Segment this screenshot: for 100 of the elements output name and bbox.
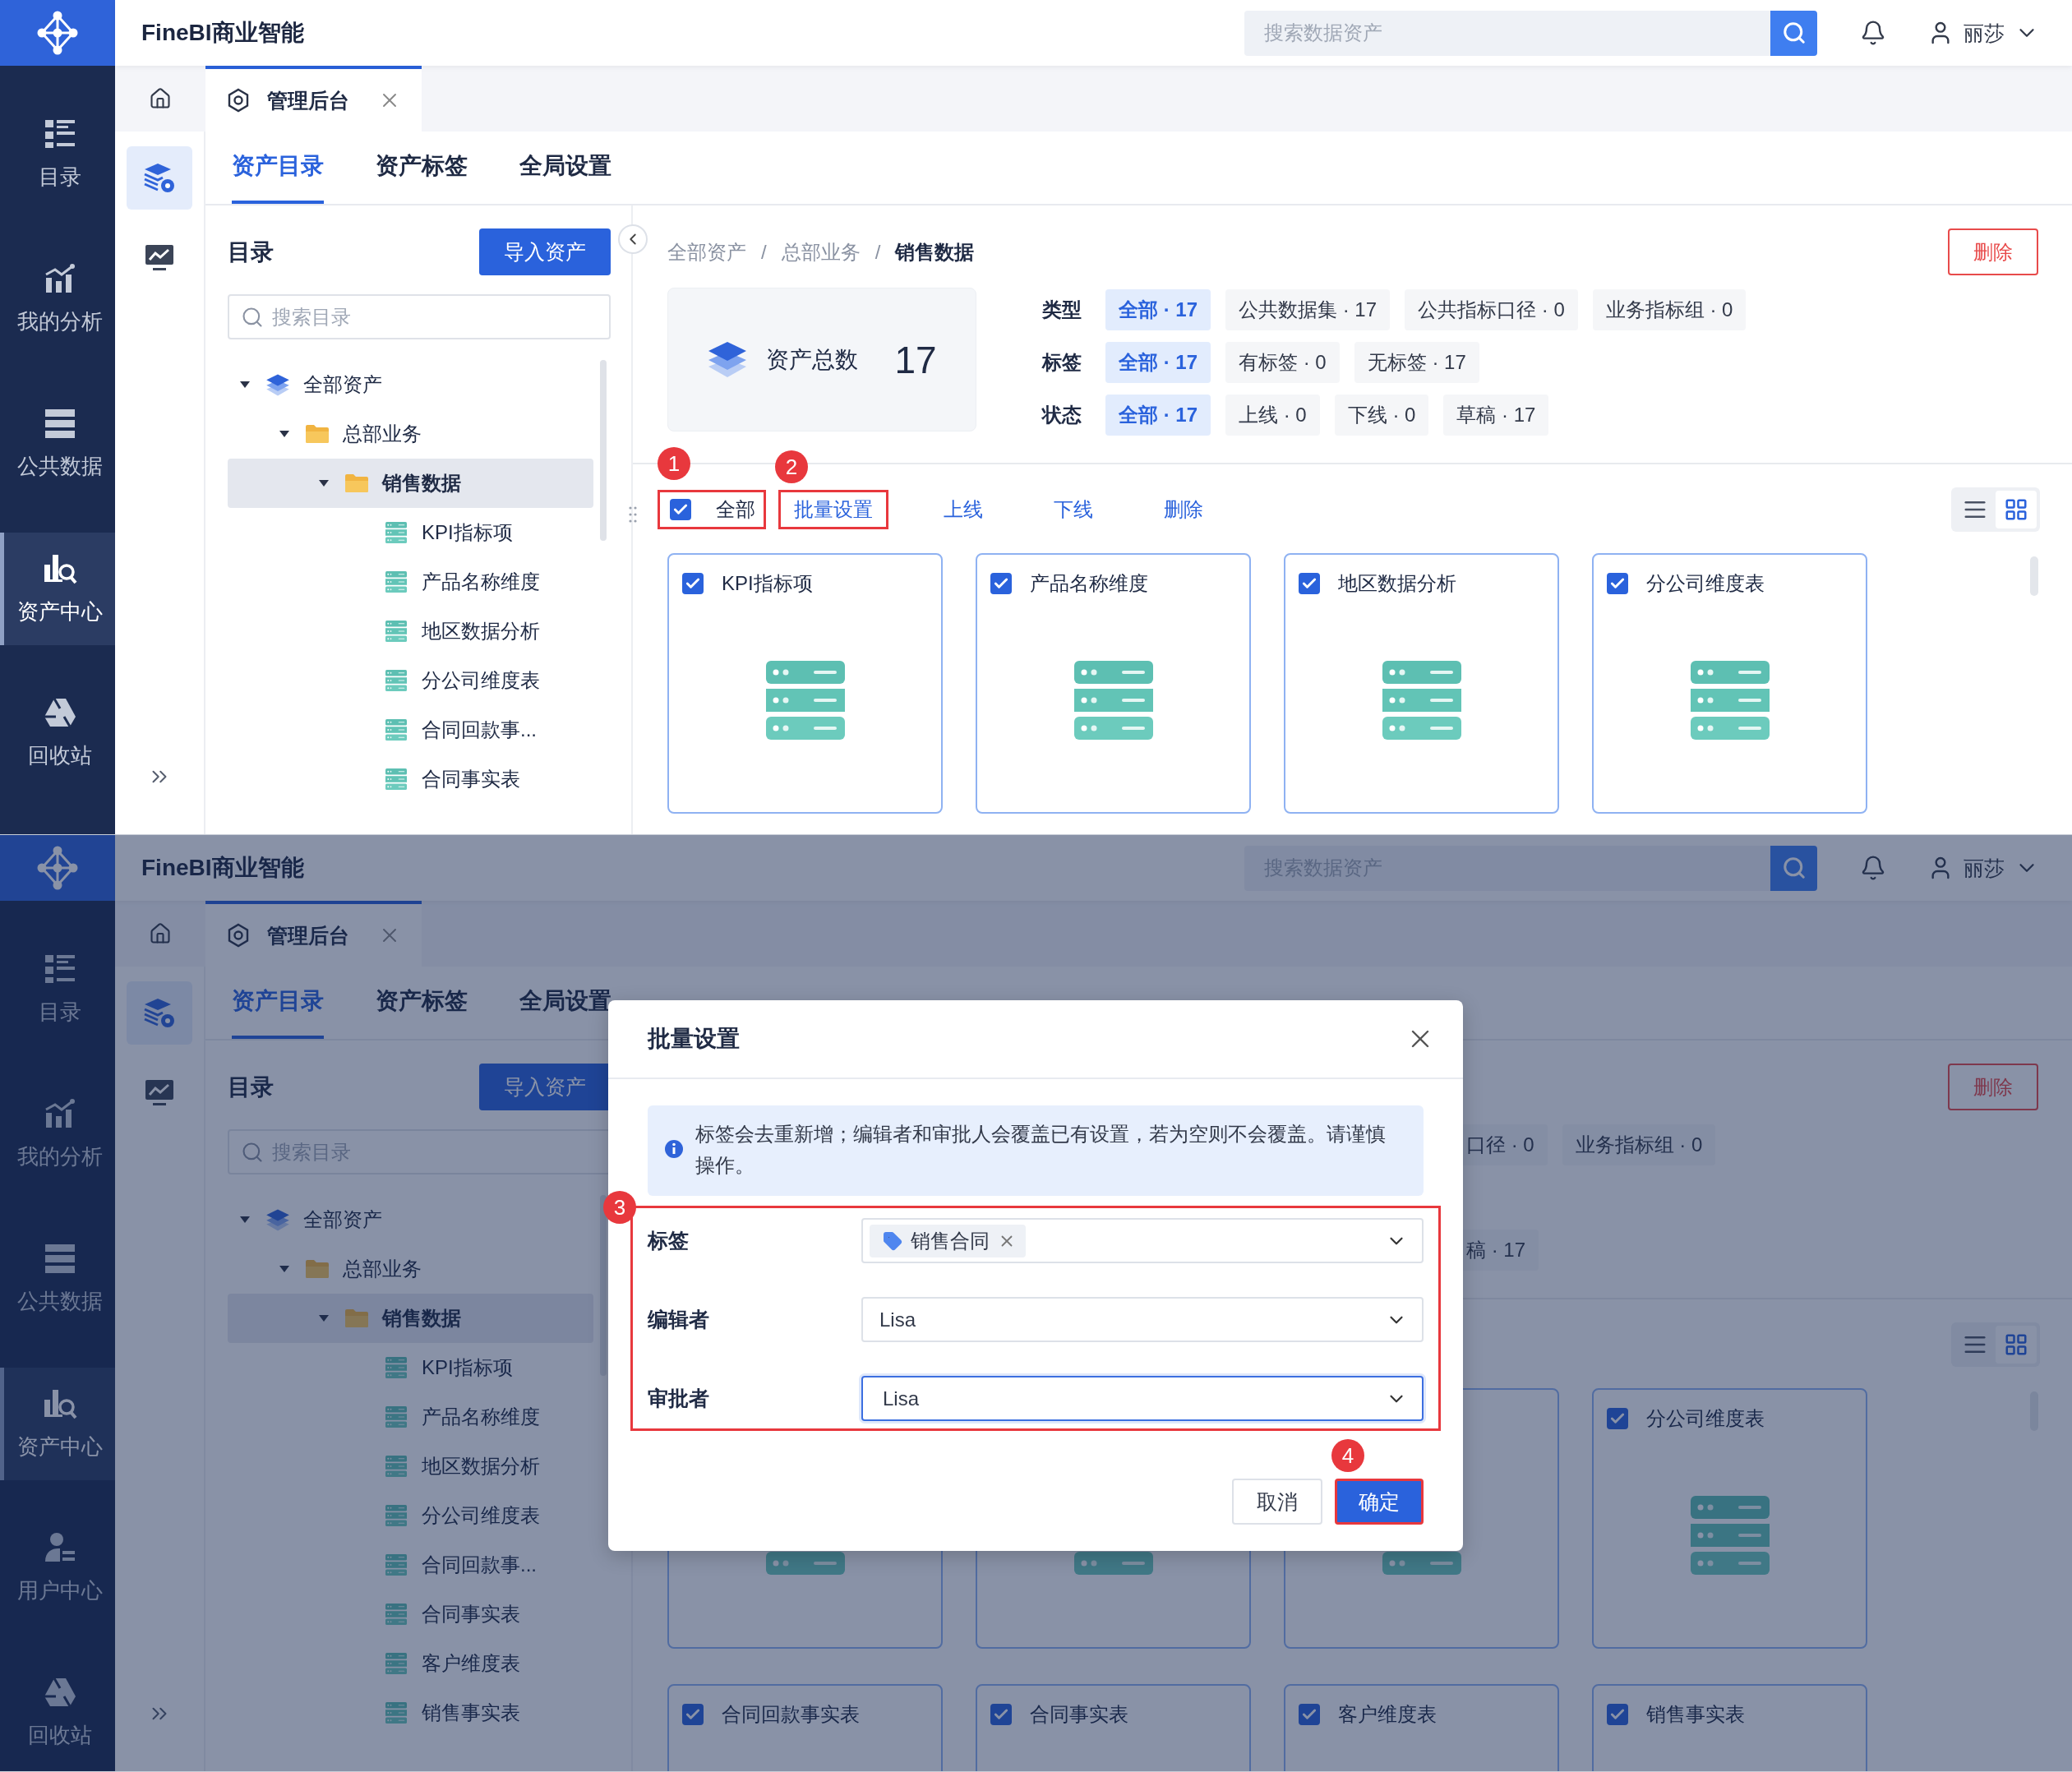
import-button[interactable]: 导入资产 xyxy=(479,228,611,275)
checkbox[interactable] xyxy=(670,499,691,520)
nav-item[interactable]: 我的分析 xyxy=(0,1078,115,1191)
tab[interactable]: 资产标签 xyxy=(376,967,468,1039)
search-field[interactable]: 搜索数据资产 xyxy=(1244,10,1770,56)
scrollbar-thumb[interactable] xyxy=(600,360,607,541)
nav-item[interactable]: 资产中心 xyxy=(0,533,115,645)
checkbox[interactable] xyxy=(990,1704,1012,1725)
tab[interactable]: 全局设置 xyxy=(519,132,611,204)
scrollbar-thumb[interactable] xyxy=(2030,556,2038,596)
asset-card[interactable]: 分公司维度表 xyxy=(1592,1388,1867,1649)
nav-item[interactable]: 目录 xyxy=(0,934,115,1046)
tree-item[interactable]: 分公司维度表 xyxy=(228,1491,593,1540)
tree-item[interactable]: 合同事实表 xyxy=(228,1590,593,1639)
page-tab[interactable]: 管理后台 xyxy=(205,66,422,132)
nav-item[interactable]: 目录 xyxy=(0,99,115,211)
checkbox[interactable] xyxy=(1299,1704,1320,1725)
drag-handle-icon[interactable] xyxy=(628,505,638,524)
breadcrumb-item[interactable]: 总部业务 xyxy=(781,238,861,265)
nav-item[interactable]: 公共数据 xyxy=(0,388,115,501)
filter-chip[interactable]: 下线 · 0 xyxy=(1334,395,1429,436)
filter-chip[interactable]: 全部 · 17 xyxy=(1105,289,1211,330)
filter-chip[interactable]: 有标签 · 0 xyxy=(1225,342,1340,383)
filter-chip[interactable]: 全部 · 17 xyxy=(1105,342,1211,383)
asset-card[interactable]: 分公司维度表 xyxy=(1592,553,1867,814)
search-button[interactable] xyxy=(1770,845,1817,891)
tree-item[interactable]: 地区数据分析 xyxy=(228,607,593,656)
page-tab[interactable]: 管理后台 xyxy=(205,901,422,967)
nav-item[interactable]: 公共数据 xyxy=(0,1223,115,1336)
tag-select-field[interactable]: 销售合同 xyxy=(861,1218,1424,1263)
filter-chip[interactable]: 业务指标组 · 0 xyxy=(1592,289,1747,330)
tree-item[interactable]: 全部资产 xyxy=(228,360,593,409)
nav-item[interactable]: 回收站 xyxy=(0,1657,115,1770)
tree-item[interactable]: 总部业务 xyxy=(228,1244,593,1294)
grid-view-button[interactable] xyxy=(1996,491,2037,528)
delete-button[interactable]: 删除 xyxy=(1948,228,2038,275)
tab[interactable]: 资产标签 xyxy=(376,132,468,204)
checkbox[interactable] xyxy=(1607,1408,1628,1429)
asset-card[interactable]: 合同回款事实表 xyxy=(667,1684,943,1771)
checkbox[interactable] xyxy=(990,573,1012,594)
tree-item[interactable]: KPI指标项 xyxy=(228,1343,593,1392)
tab[interactable]: 资产目录 xyxy=(232,967,324,1039)
nav-item[interactable]: 回收站 xyxy=(0,677,115,790)
user-menu[interactable]: 丽莎 xyxy=(1927,19,2039,47)
import-button[interactable]: 导入资产 xyxy=(479,1064,611,1110)
tab[interactable]: 资产目录 xyxy=(232,132,324,204)
tree-item[interactable]: 合同回款事... xyxy=(228,705,593,754)
filter-chip[interactable]: 草稿 · 17 xyxy=(1443,395,1549,436)
nav-item[interactable]: 资产中心 xyxy=(0,1368,115,1480)
breadcrumb-item[interactable]: 全部资产 xyxy=(667,238,746,265)
select-field[interactable]: Lisa xyxy=(861,1376,1424,1421)
tab[interactable]: 全局设置 xyxy=(519,967,611,1039)
asset-card[interactable]: 销售事实表 xyxy=(1592,1684,1867,1771)
collapse-button[interactable] xyxy=(618,224,648,254)
cancel-button[interactable]: 取消 xyxy=(1232,1479,1322,1525)
select-field[interactable]: Lisa xyxy=(861,1297,1424,1342)
checkbox[interactable] xyxy=(1607,573,1628,594)
asset-card[interactable]: 客户维度表 xyxy=(1284,1684,1559,1771)
tree-item[interactable]: 销售数据 xyxy=(228,459,593,508)
tree-item[interactable]: 总部业务 xyxy=(228,409,593,459)
filter-chip[interactable]: 全部 · 17 xyxy=(1105,395,1211,436)
tree-item[interactable]: 销售事实表 xyxy=(228,1688,593,1737)
action-link[interactable]: 下线 xyxy=(1038,490,1109,529)
asset-card[interactable]: KPI指标项 xyxy=(667,553,943,814)
checkbox[interactable] xyxy=(682,1704,704,1725)
confirm-button[interactable]: 确定 xyxy=(1335,1479,1424,1525)
search-button[interactable] xyxy=(1770,10,1817,56)
asset-card[interactable]: 产品名称维度 xyxy=(976,553,1251,814)
tree-item[interactable]: 地区数据分析 xyxy=(228,1442,593,1491)
checkbox-label[interactable]: 全部 xyxy=(716,496,755,523)
checkbox[interactable] xyxy=(682,573,704,594)
tree-item[interactable]: 销售数据 xyxy=(228,1294,593,1343)
filter-chip[interactable]: 业务指标组 · 0 xyxy=(1562,1124,1716,1165)
notification-button[interactable] xyxy=(1860,20,1886,46)
tool-button[interactable] xyxy=(127,146,192,210)
grid-view-button[interactable] xyxy=(1996,1326,2037,1364)
asset-card[interactable]: 地区数据分析 xyxy=(1284,553,1559,814)
filter-chip[interactable]: 公共数据集 · 17 xyxy=(1225,289,1391,330)
scrollbar-thumb[interactable] xyxy=(600,1195,607,1376)
tree-item[interactable]: 合同回款事... xyxy=(228,1540,593,1590)
tree-item[interactable]: 客户维度表 xyxy=(228,1639,593,1688)
tree-item[interactable]: 产品名称维度 xyxy=(228,557,593,607)
tree-item[interactable]: 合同事实表 xyxy=(228,754,593,804)
nav-item[interactable]: 用户中心 xyxy=(0,1512,115,1625)
action-link[interactable]: 上线 xyxy=(928,490,999,529)
user-menu[interactable]: 丽莎 xyxy=(1927,854,2039,882)
asset-card[interactable]: 合同事实表 xyxy=(976,1684,1251,1771)
filter-chip[interactable]: 无标签 · 17 xyxy=(1354,342,1479,383)
tree-item[interactable]: 产品名称维度 xyxy=(228,1392,593,1442)
search-field[interactable]: 搜索目录 xyxy=(228,294,611,339)
tree-item[interactable]: KPI指标项 xyxy=(228,508,593,557)
action-link[interactable]: 删除 xyxy=(1148,490,1219,529)
checkbox[interactable] xyxy=(1299,573,1320,594)
filter-chip[interactable]: 上线 · 0 xyxy=(1225,395,1320,436)
action-link[interactable]: 批量设置 xyxy=(778,490,888,529)
tree-item[interactable]: 分公司维度表 xyxy=(228,656,593,705)
filter-chip[interactable]: 公共指标口径 · 0 xyxy=(1405,289,1578,330)
tree-item[interactable]: 全部资产 xyxy=(228,1195,593,1244)
nav-item[interactable]: 我的分析 xyxy=(0,243,115,356)
checkbox[interactable] xyxy=(1607,1704,1628,1725)
